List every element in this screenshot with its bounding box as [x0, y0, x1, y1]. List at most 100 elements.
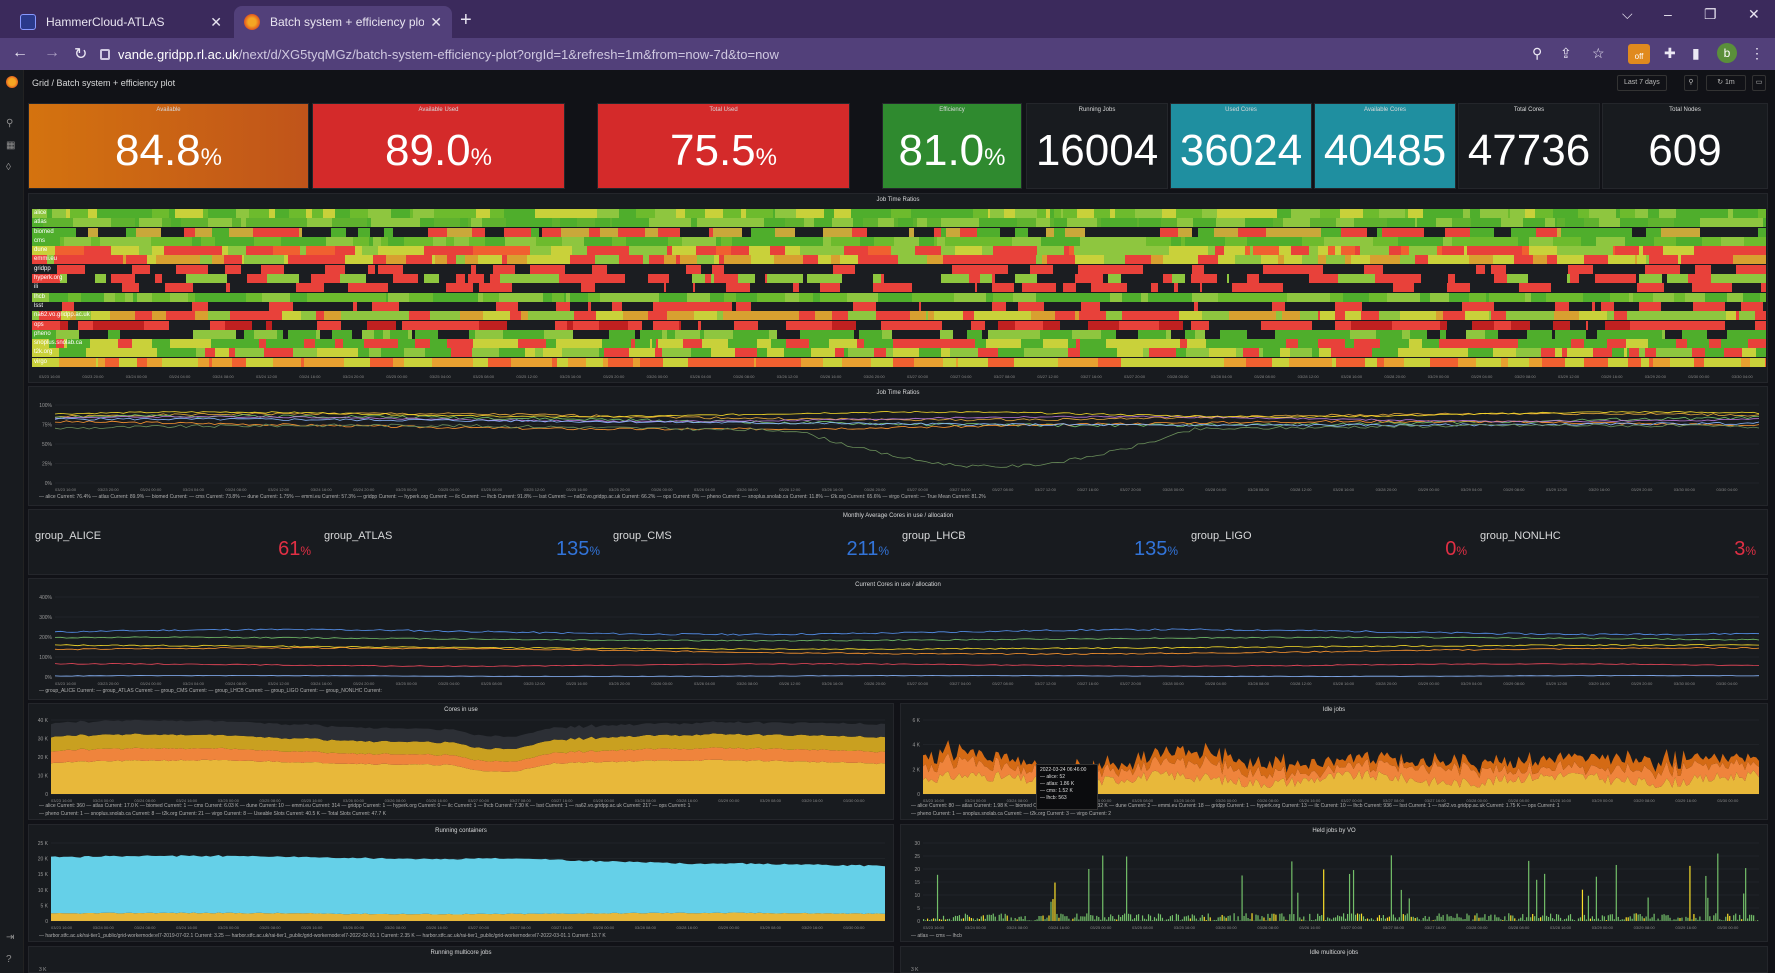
heatmap-cell — [203, 209, 208, 218]
bookmark-star-icon[interactable]: ☆ — [1592, 45, 1605, 62]
back-arrow-icon[interactable]: ← — [12, 44, 28, 62]
heatmap-cell — [1289, 357, 1318, 367]
heatmap-cell — [912, 283, 931, 293]
held-jobs-bar — [1496, 917, 1498, 921]
heatmap-cell — [353, 301, 357, 311]
heatmap-cell — [90, 320, 93, 330]
x-tick-label: 03/28 12:00 — [1290, 681, 1312, 686]
heatmap-cell — [1711, 264, 1736, 274]
time-range-picker[interactable]: Last 7 days — [1617, 75, 1667, 91]
heatmap-cell — [437, 283, 443, 293]
tv-mode-icon[interactable]: ▭ — [1752, 75, 1766, 91]
heatmap-cell — [919, 348, 941, 358]
held-jobs-bar — [1404, 915, 1406, 921]
extensions-puzzle-icon[interactable]: ✚ — [1664, 45, 1676, 62]
held-jobs-bar — [1004, 913, 1006, 921]
heatmap-cell — [1398, 348, 1417, 358]
held-jobs-bar — [1398, 917, 1400, 921]
browser-menu-icon[interactable]: ⋮ — [1750, 45, 1764, 62]
held-jobs-bar — [1555, 914, 1558, 921]
search-icon[interactable]: ⚲ — [6, 118, 13, 129]
heatmap-cell — [568, 357, 586, 367]
extension-badge[interactable]: off — [1628, 44, 1650, 64]
held-jobs-bar — [1567, 915, 1570, 921]
heatmap-cell — [857, 339, 864, 349]
heatmap-cell — [1607, 311, 1614, 321]
heatmap-cell — [741, 209, 746, 218]
heatmap-cell — [1335, 320, 1351, 330]
restore-button[interactable]: ❐ — [1704, 6, 1717, 23]
heatmap-cell — [973, 209, 988, 218]
tab-search-icon[interactable]: ⌵ — [1622, 6, 1633, 23]
held-jobs-bar — [1701, 920, 1703, 921]
y-tick-label: 50% — [42, 442, 53, 448]
tab-hammercloud[interactable]: HammerCloud-ATLAS ✕ — [10, 6, 232, 38]
held-jobs-bar — [964, 913, 966, 921]
heatmap-cell — [1173, 236, 1181, 246]
grafana-logo-icon[interactable] — [6, 76, 18, 88]
tab-batch-system[interactable]: Batch system + efficiency plot - G ✕ — [234, 6, 452, 38]
heatmap-cell — [1091, 283, 1107, 293]
heatmap-cell — [1312, 320, 1335, 330]
heatmap-cell — [690, 236, 716, 246]
heatmap-cell — [166, 320, 169, 330]
alerting-bell-icon[interactable]: ◊ — [6, 162, 11, 173]
heatmap-cell — [1214, 227, 1238, 237]
forward-arrow-icon[interactable]: → — [44, 44, 60, 62]
held-jobs-bar — [1633, 913, 1635, 921]
heatmap-cell — [1330, 301, 1335, 311]
heatmap-cell — [236, 209, 249, 218]
url-field[interactable]: vande.gridpp.rl.ac.uk /next/d/XG5tyqMGz/… — [100, 43, 1500, 65]
zoom-out-icon[interactable]: ⚲ — [1684, 75, 1698, 91]
share-icon[interactable]: ⇪ — [1560, 45, 1572, 62]
refresh-picker[interactable]: ↻ 1m — [1706, 75, 1746, 91]
profile-avatar[interactable]: b — [1717, 43, 1737, 63]
breadcrumb[interactable]: Grid / Batch system + efficiency plot — [32, 78, 175, 88]
x-tick-label: 03/26 12:00 — [777, 374, 799, 379]
heatmap-cell — [896, 236, 919, 246]
dashboards-icon[interactable]: ▦ — [6, 140, 15, 151]
heatmap-cell — [350, 292, 371, 302]
heatmap-cell — [722, 218, 747, 228]
heatmap-cell — [492, 320, 507, 330]
heatmap-cell — [723, 209, 741, 218]
heatmap-cell — [1010, 227, 1015, 237]
sign-in-icon[interactable]: ⇥ — [6, 932, 14, 943]
held-jobs-bar — [1034, 920, 1036, 921]
heatmap-cell — [1661, 301, 1667, 311]
heatmap-cell — [88, 209, 97, 218]
y-tick-label: 25 — [914, 854, 920, 860]
held-jobs-bar — [1703, 920, 1705, 921]
heatmap-cell — [887, 227, 909, 237]
heatmap-cell — [1192, 292, 1212, 302]
heatmap-cell — [816, 209, 824, 218]
heatmap-cell — [1318, 246, 1328, 256]
heatmap-cell — [317, 348, 334, 358]
stat-number: 40485 — [1323, 125, 1447, 175]
heatmap-cell — [1529, 357, 1542, 367]
help-icon[interactable]: ? — [6, 954, 12, 965]
heatmap-cell — [1218, 320, 1238, 330]
heatmap-cell — [341, 320, 367, 330]
minimize-button[interactable]: – — [1664, 6, 1672, 22]
side-panel-icon[interactable]: ▮ — [1692, 45, 1700, 62]
new-tab-button[interactable]: + — [460, 9, 472, 32]
close-window-button[interactable]: ✕ — [1748, 6, 1760, 23]
heatmap-cell — [201, 236, 215, 246]
heatmap-cell — [1359, 274, 1375, 284]
reload-icon[interactable]: ↻ — [74, 44, 87, 64]
heatmap-cell — [1501, 357, 1508, 367]
x-tick-label: 03/26 16:00 — [820, 374, 842, 379]
heatmap-cell — [1480, 209, 1508, 218]
heatmap-cell — [468, 274, 484, 284]
heatmap-cell — [298, 246, 300, 256]
heatmap-cell — [307, 218, 332, 228]
tab-close-icon[interactable]: ✕ — [210, 14, 222, 31]
heatmap-cell — [433, 292, 450, 302]
heatmap-cell — [1383, 218, 1387, 228]
tab-close-icon[interactable]: ✕ — [430, 14, 442, 31]
heatmap-cell — [642, 320, 653, 330]
heatmap-row-label: snoplus.snolab.ca — [34, 340, 83, 347]
zoom-icon[interactable]: ⚲ — [1532, 45, 1542, 62]
held-jobs-bar — [1422, 917, 1424, 921]
